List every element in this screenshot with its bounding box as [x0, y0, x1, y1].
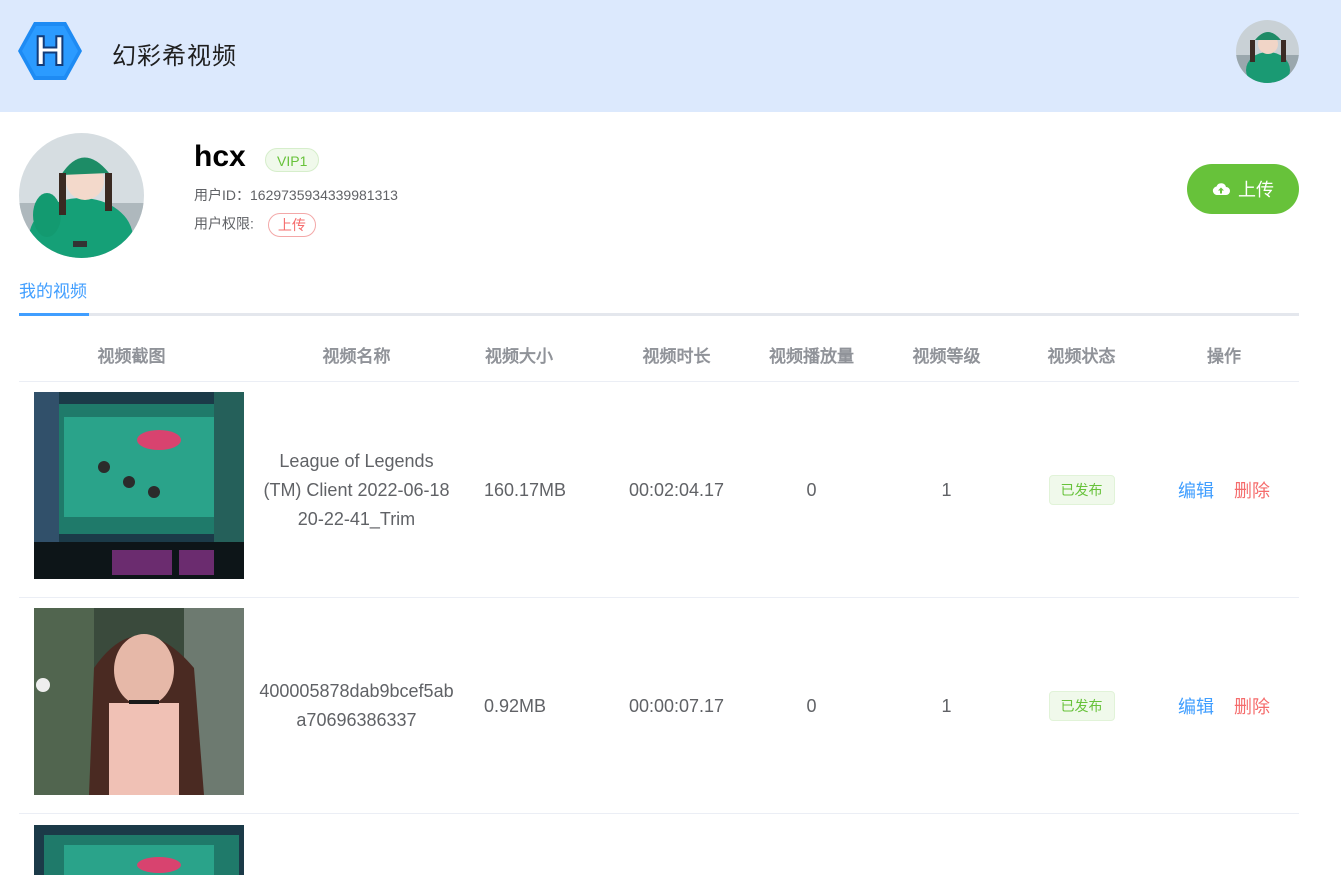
logo-letter: H — [35, 27, 65, 74]
video-size: 0.92MB — [484, 695, 547, 716]
video-thumbnail[interactable] — [34, 392, 244, 579]
status-badge: 已发布 — [1048, 475, 1115, 505]
column-header-plays: 视频播放量 — [769, 347, 854, 366]
video-status-cell: 已发布 — [1014, 598, 1149, 814]
column-header-duration: 视频时长 — [642, 347, 711, 366]
permission-label: 用户权限: — [194, 215, 254, 232]
status-badge: 已发布 — [1048, 691, 1115, 721]
column-header-actions: 操作 — [1207, 347, 1241, 366]
column-header-status: 视频状态 — [1047, 347, 1116, 366]
video-name: League of Legends (TM) Client 2022-06-18… — [263, 450, 450, 529]
column-header-size: 视频大小 — [485, 347, 553, 366]
table-row-partial — [19, 815, 1299, 875]
tab-bar: 我的视频 — [19, 280, 1299, 316]
upload-button-label: 上传 — [1238, 180, 1274, 200]
delete-link[interactable]: 删除 — [1234, 477, 1270, 503]
top-header: H 幻彩希视频 — [0, 0, 1341, 112]
video-plays: 0 — [806, 695, 817, 716]
site-title: 幻彩希视频 — [112, 43, 237, 70]
video-duration: 00:00:07.17 — [628, 695, 725, 716]
column-header-level: 视频等级 — [912, 347, 981, 366]
video-thumbnail[interactable] — [34, 825, 244, 875]
upload-button[interactable]: 上传 — [1187, 164, 1299, 214]
header-avatar[interactable] — [1236, 20, 1299, 83]
video-name: 400005878dab9bcef5aba70696386337 — [259, 681, 454, 730]
column-header-name: 视频名称 — [322, 347, 391, 366]
actions-cell: 编辑 删除 — [1149, 598, 1299, 814]
username: hcx — [194, 140, 246, 173]
actions-cell: 编辑 删除 — [1149, 382, 1299, 598]
video-status-cell: 已发布 — [1014, 382, 1149, 598]
user-id-value: 1629735934339981313 — [250, 187, 398, 203]
column-header-thumbnail: 视频截图 — [97, 347, 166, 366]
edit-link[interactable]: 编辑 — [1178, 693, 1214, 719]
video-plays: 0 — [806, 479, 817, 500]
edit-link[interactable]: 编辑 — [1178, 477, 1214, 503]
permission-badge: 上传 — [267, 213, 316, 237]
video-duration: 00:02:04.17 — [628, 479, 725, 500]
user-id-row: 用户ID：1629735934339981313 — [194, 185, 398, 205]
video-level: 1 — [941, 695, 952, 716]
tab-my-videos[interactable]: 我的视频 — [19, 280, 89, 316]
delete-link[interactable]: 删除 — [1234, 693, 1270, 719]
video-size: 160.17MB — [484, 479, 567, 500]
profile-avatar — [19, 133, 144, 258]
video-level: 1 — [941, 479, 952, 500]
user-id-label: 用户ID： — [194, 187, 250, 203]
permission-row: 用户权限: 上传 — [194, 213, 316, 237]
table-header: 视频截图 视频名称 视频大小 视频时长 视频播放量 视频等级 视频状态 操作 — [19, 333, 1299, 382]
table-row: League of Legends (TM) Client 2022-06-18… — [19, 382, 1299, 598]
app-logo-icon[interactable]: H — [18, 20, 82, 82]
video-thumbnail[interactable] — [34, 608, 244, 795]
cloud-upload-icon — [1212, 183, 1230, 195]
vip-badge: VIP1 — [265, 148, 320, 172]
table-row: 400005878dab9bcef5aba70696386337 0.92MB … — [19, 598, 1299, 814]
